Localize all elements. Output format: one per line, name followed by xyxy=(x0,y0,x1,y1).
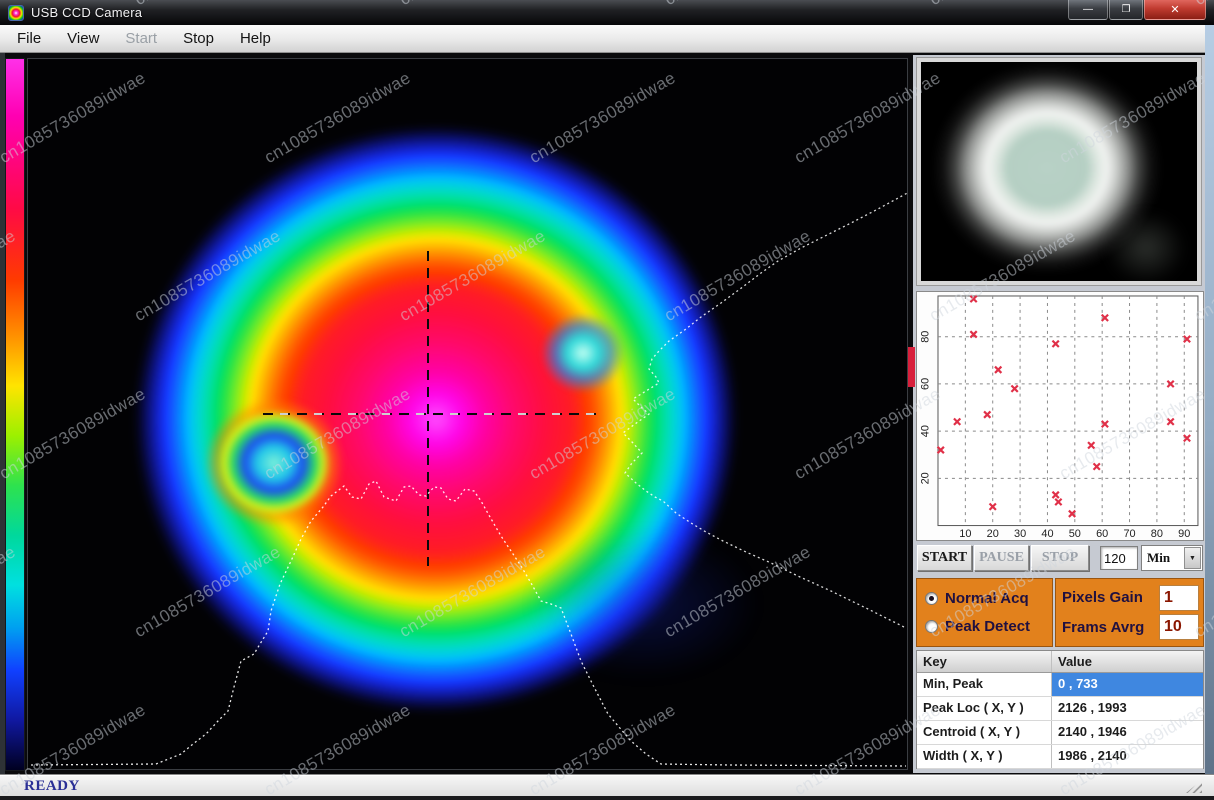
beam-overlays xyxy=(28,59,908,770)
value-column-header[interactable]: Value xyxy=(1052,651,1203,672)
table-row[interactable]: Min, Peak0 , 733 xyxy=(917,673,1203,697)
svg-text:30: 30 xyxy=(1014,528,1026,540)
stat-key: Centroid ( X, Y ) xyxy=(917,721,1052,744)
interval-unit-select[interactable]: Min ▼ xyxy=(1141,545,1203,571)
stop-button[interactable]: STOP xyxy=(1031,545,1089,571)
maximize-icon: ❐ xyxy=(1122,4,1131,15)
svg-text:40: 40 xyxy=(920,425,932,437)
pixels-gain-label: Pixels Gain xyxy=(1062,589,1143,606)
title-bar: USB CCD Camera — ❐ ✕ xyxy=(0,0,1214,25)
usb-ccd-camera-window: USB CCD Camera — ❐ ✕ File View Start Stop He… xyxy=(0,0,1214,800)
minimize-icon: — xyxy=(1083,4,1093,15)
profile-trace-vertical xyxy=(623,191,908,628)
normal-acq-option[interactable]: Normal Acq xyxy=(925,590,1044,607)
key-column-header[interactable]: Key xyxy=(917,651,1052,672)
svg-text:70: 70 xyxy=(1123,528,1135,540)
menu-bar: File View Start Stop Help xyxy=(0,25,1214,53)
peak-detect-label: Peak Detect xyxy=(945,618,1030,635)
stat-key: Peak Loc ( X, Y ) xyxy=(917,697,1052,720)
menu-item-start: Start xyxy=(115,28,167,49)
camera-preview-image xyxy=(921,62,1197,281)
resize-grip[interactable] xyxy=(1186,780,1202,793)
table-row[interactable]: Peak Loc ( X, Y )2126 , 1993 xyxy=(917,697,1203,721)
stat-value: 1986 , 2140 xyxy=(1052,745,1203,768)
svg-text:60: 60 xyxy=(920,378,932,390)
intensity-colorbar xyxy=(5,58,25,771)
svg-text:10: 10 xyxy=(959,528,971,540)
window-right-edge xyxy=(1205,25,1214,775)
frames-avg-label: Frams Avrg xyxy=(1062,619,1144,636)
svg-text:80: 80 xyxy=(920,331,932,343)
camera-preview-panel xyxy=(916,57,1202,286)
window-bottom-edge xyxy=(0,796,1214,800)
minimize-button[interactable]: — xyxy=(1068,0,1108,20)
beam-stats-table: Key Value Min, Peak0 , 733Peak Loc ( X, … xyxy=(916,650,1204,769)
menu-item-view[interactable]: View xyxy=(57,28,109,49)
table-row[interactable]: Width ( X, Y )1986 , 2140 xyxy=(917,745,1203,769)
svg-text:90: 90 xyxy=(1178,528,1190,540)
menu-item-file[interactable]: File xyxy=(7,28,51,49)
svg-text:20: 20 xyxy=(987,528,999,540)
table-row[interactable]: Centroid ( X, Y )2140 , 1946 xyxy=(917,721,1203,745)
normal-acq-radio[interactable] xyxy=(925,592,938,605)
pixels-gain-input[interactable] xyxy=(1159,585,1199,611)
svg-text:60: 60 xyxy=(1096,528,1108,540)
camera-beam-spot-faint xyxy=(1106,212,1186,281)
trend-scatter-chart: 10 20 30 40 50 60 70 80 90 20 40 60 80 xyxy=(917,292,1203,540)
pause-button[interactable]: PAUSE xyxy=(974,545,1029,571)
acquisition-mode-panel: Normal Acq Peak Detect xyxy=(916,578,1053,647)
close-button[interactable]: ✕ xyxy=(1144,0,1206,20)
svg-text:40: 40 xyxy=(1041,528,1053,540)
close-icon: ✕ xyxy=(1170,3,1179,16)
start-button[interactable]: START xyxy=(917,545,972,571)
peak-detect-option[interactable]: Peak Detect xyxy=(925,618,1044,635)
svg-text:50: 50 xyxy=(1069,528,1081,540)
profile-trace-horizontal xyxy=(31,481,906,766)
menu-item-stop[interactable]: Stop xyxy=(173,28,224,49)
svg-text:80: 80 xyxy=(1151,528,1163,540)
stat-key: Width ( X, Y ) xyxy=(917,745,1052,768)
status-bar: READY xyxy=(0,775,1214,796)
interval-input[interactable] xyxy=(1100,546,1138,570)
gain-settings-panel: Pixels Gain Frams Avrg xyxy=(1055,578,1204,647)
table-header-row: Key Value xyxy=(917,651,1203,673)
peak-detect-radio[interactable] xyxy=(925,620,938,633)
app-icon xyxy=(8,5,24,21)
maximize-button[interactable]: ❐ xyxy=(1109,0,1143,20)
trend-chart-panel: 10 20 30 40 50 60 70 80 90 20 40 60 80 xyxy=(916,291,1204,541)
stat-value: 2126 , 1993 xyxy=(1052,697,1203,720)
frames-avg-input[interactable] xyxy=(1159,614,1199,640)
stat-value: 0 , 733 xyxy=(1052,673,1203,696)
svg-text:20: 20 xyxy=(920,472,932,484)
menu-item-help[interactable]: Help xyxy=(230,28,281,49)
colorbar-marker xyxy=(908,347,915,387)
status-text: READY xyxy=(0,778,80,795)
interval-unit-value: Min xyxy=(1142,550,1184,566)
beam-profile-view[interactable] xyxy=(27,58,908,770)
stat-value: 2140 , 1946 xyxy=(1052,721,1203,744)
chevron-down-icon[interactable]: ▼ xyxy=(1184,547,1201,569)
window-title: USB CCD Camera xyxy=(31,5,142,20)
stat-key: Min, Peak xyxy=(917,673,1052,696)
normal-acq-label: Normal Acq xyxy=(945,590,1029,607)
